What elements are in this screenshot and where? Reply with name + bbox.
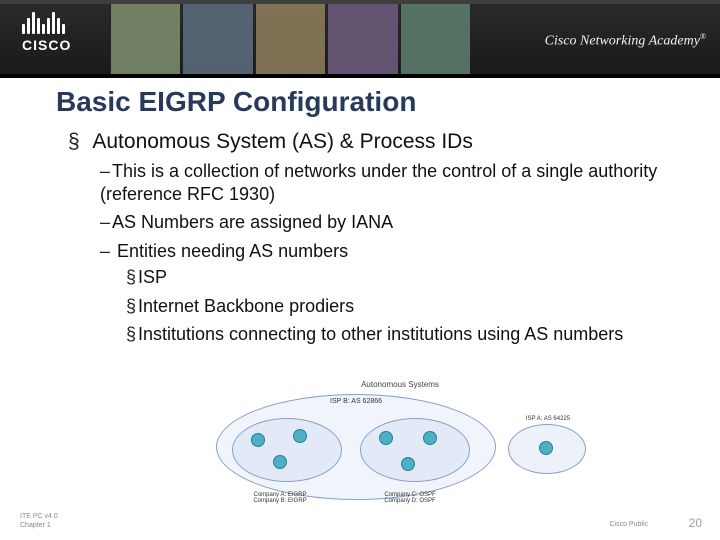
- cisco-logo-text: CISCO: [22, 38, 71, 52]
- academy-text: Cisco Networking Academy: [545, 34, 700, 49]
- autonomous-systems-diagram: Autonomous Systems ISP B: AS 62866 Compa…: [210, 380, 590, 510]
- sub-bullet-entities: Entities needing AS numbers ISP Internet…: [100, 240, 686, 346]
- diagram-title: Autonomous Systems: [361, 380, 439, 389]
- oval-company-a: [232, 418, 342, 482]
- footer-classification: Cisco Public: [609, 521, 648, 528]
- sub-bullet-collection: This is a collection of networks under t…: [100, 160, 686, 205]
- oval-isp-a: [508, 424, 586, 474]
- router-icon: [539, 441, 553, 455]
- sub3-institutions: Institutions connecting to other institu…: [126, 323, 686, 346]
- big-oval-label: ISP B: AS 62866: [330, 398, 382, 405]
- banner-person-image: [182, 4, 252, 74]
- bullet-autonomous-system: Autonomous System (AS) & Process IDs Thi…: [68, 130, 686, 346]
- label-company-c: Company C: OSPF Company D: OSPF: [370, 492, 450, 504]
- banner-person-image: [255, 4, 325, 74]
- banner-person-image: [400, 4, 470, 74]
- router-icon: [401, 457, 415, 471]
- cisco-logo-bars-icon: [22, 10, 71, 34]
- footer-chapter: Chapter 1: [20, 522, 58, 530]
- slide-title: Basic EIGRP Configuration: [56, 86, 686, 118]
- router-icon: [293, 429, 307, 443]
- router-icon: [423, 431, 437, 445]
- bullet-list-level1: Autonomous System (AS) & Process IDs Thi…: [56, 130, 686, 346]
- bullet1-text: Autonomous System (AS) & Process IDs: [92, 130, 472, 153]
- banner-photo-strip: [110, 4, 470, 74]
- footer-course: ITE PC v4.0: [20, 513, 58, 521]
- banner-person-image: [110, 4, 180, 74]
- footer-left: ITE PC v4.0 Chapter 1: [20, 513, 58, 530]
- sub-bullet-iana: AS Numbers are assigned by IANA: [100, 211, 686, 234]
- router-icon: [273, 455, 287, 469]
- bullet-list-level2: This is a collection of networks under t…: [68, 160, 686, 346]
- label-isp-a: ISP A: AS 64225: [510, 416, 586, 422]
- sub3-text: Entities needing AS numbers: [117, 241, 348, 261]
- router-icon: [251, 433, 265, 447]
- cisco-logo: CISCO: [22, 10, 71, 52]
- page-number: 20: [689, 516, 702, 530]
- oval-company-c: [360, 418, 470, 482]
- bullet-list-level3: ISP Internet Backbone prodiers Instituti…: [100, 266, 686, 346]
- academy-label: Cisco Networking Academy®: [545, 32, 706, 50]
- labelC-line2: Company D: OSPF: [370, 498, 450, 504]
- router-icon: [379, 431, 393, 445]
- label-company-a: Company A: EIGRP Company B: EIGRP: [240, 492, 320, 504]
- sub3-backbone: Internet Backbone prodiers: [126, 295, 686, 318]
- slide-content: Basic EIGRP Configuration Autonomous Sys…: [0, 78, 720, 346]
- slide-footer: ITE PC v4.0 Chapter 1 Cisco Public 20: [0, 508, 720, 532]
- labelA-line2: Company B: EIGRP: [240, 498, 320, 504]
- top-banner: CISCO Cisco Networking Academy®: [0, 0, 720, 74]
- banner-person-image: [327, 4, 397, 74]
- sub3-isp: ISP: [126, 266, 686, 289]
- trademark-icon: ®: [700, 32, 706, 41]
